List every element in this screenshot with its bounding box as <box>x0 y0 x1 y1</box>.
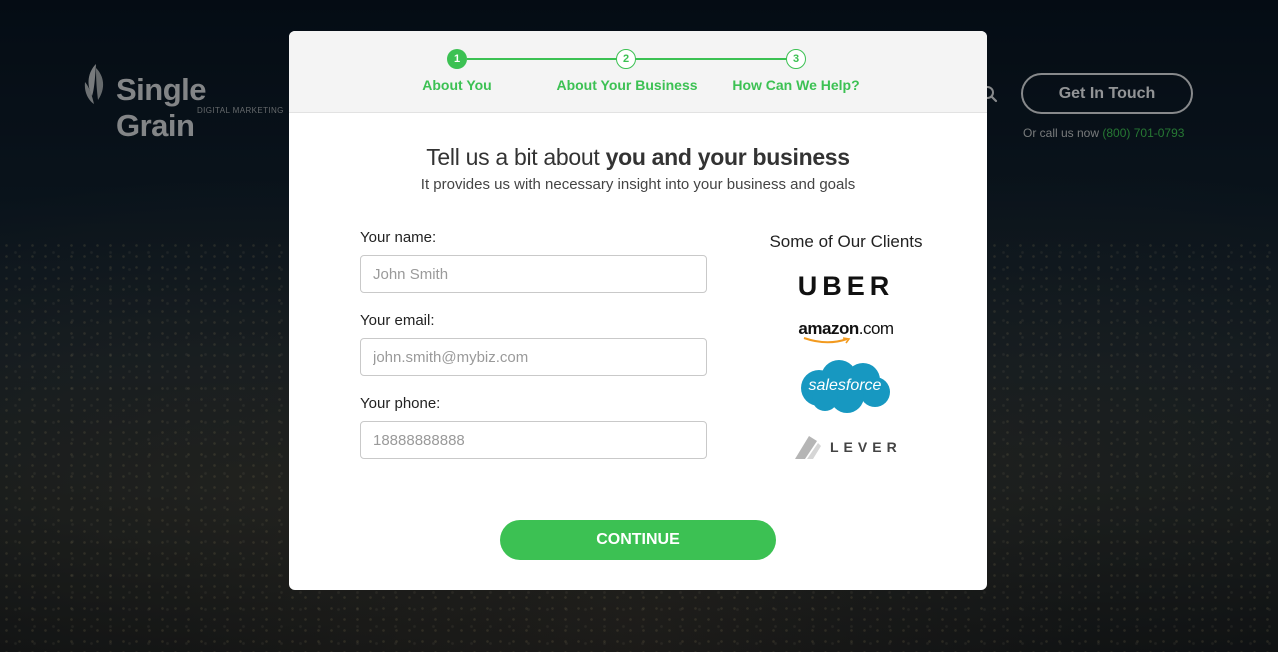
phone-input[interactable] <box>360 421 707 459</box>
step-3-dot: 3 <box>786 49 806 69</box>
lever-logo: LEVER <box>795 433 899 461</box>
amazon-com: .com <box>858 319 894 338</box>
step-2-dot: 2 <box>616 49 636 69</box>
step-1-dot: 1 <box>447 49 467 69</box>
amazon-smile-icon <box>803 337 851 344</box>
step-1-label: About You <box>422 77 492 93</box>
salesforce-logo: salesforce <box>797 358 893 414</box>
continue-button[interactable]: CONTINUE <box>500 520 776 560</box>
lead-form-modal: 1 2 3 About You About Your Business How … <box>289 31 987 590</box>
step-connector <box>627 58 797 60</box>
modal-heading: Tell us a bit about you and your busines… <box>289 144 987 171</box>
clients-title: Some of Our Clients <box>769 232 923 251</box>
step-2-label: About Your Business <box>556 77 698 93</box>
uber-logo: UBER <box>797 270 895 301</box>
name-label: Your name: <box>360 229 437 246</box>
amazon-wordmark: amazon.com <box>798 319 894 339</box>
email-label: Your email: <box>360 312 435 329</box>
lever-mark-icon <box>795 436 821 459</box>
email-input[interactable] <box>360 338 707 376</box>
lever-wordmark: LEVER <box>830 439 902 455</box>
progress-steps: 1 2 3 About You About Your Business How … <box>289 31 987 113</box>
amazon-main: amazon <box>798 319 859 338</box>
heading-bold: you and your business <box>605 144 851 170</box>
name-input[interactable] <box>360 255 707 293</box>
heading-light: Tell us a bit about <box>426 144 606 170</box>
phone-label: Your phone: <box>360 395 441 412</box>
step-3-label: How Can We Help? <box>732 77 860 93</box>
modal-subheading: It provides us with necessary insight in… <box>420 176 856 193</box>
salesforce-wordmark: salesforce <box>808 377 882 394</box>
amazon-logo: amazon.com <box>789 314 903 344</box>
